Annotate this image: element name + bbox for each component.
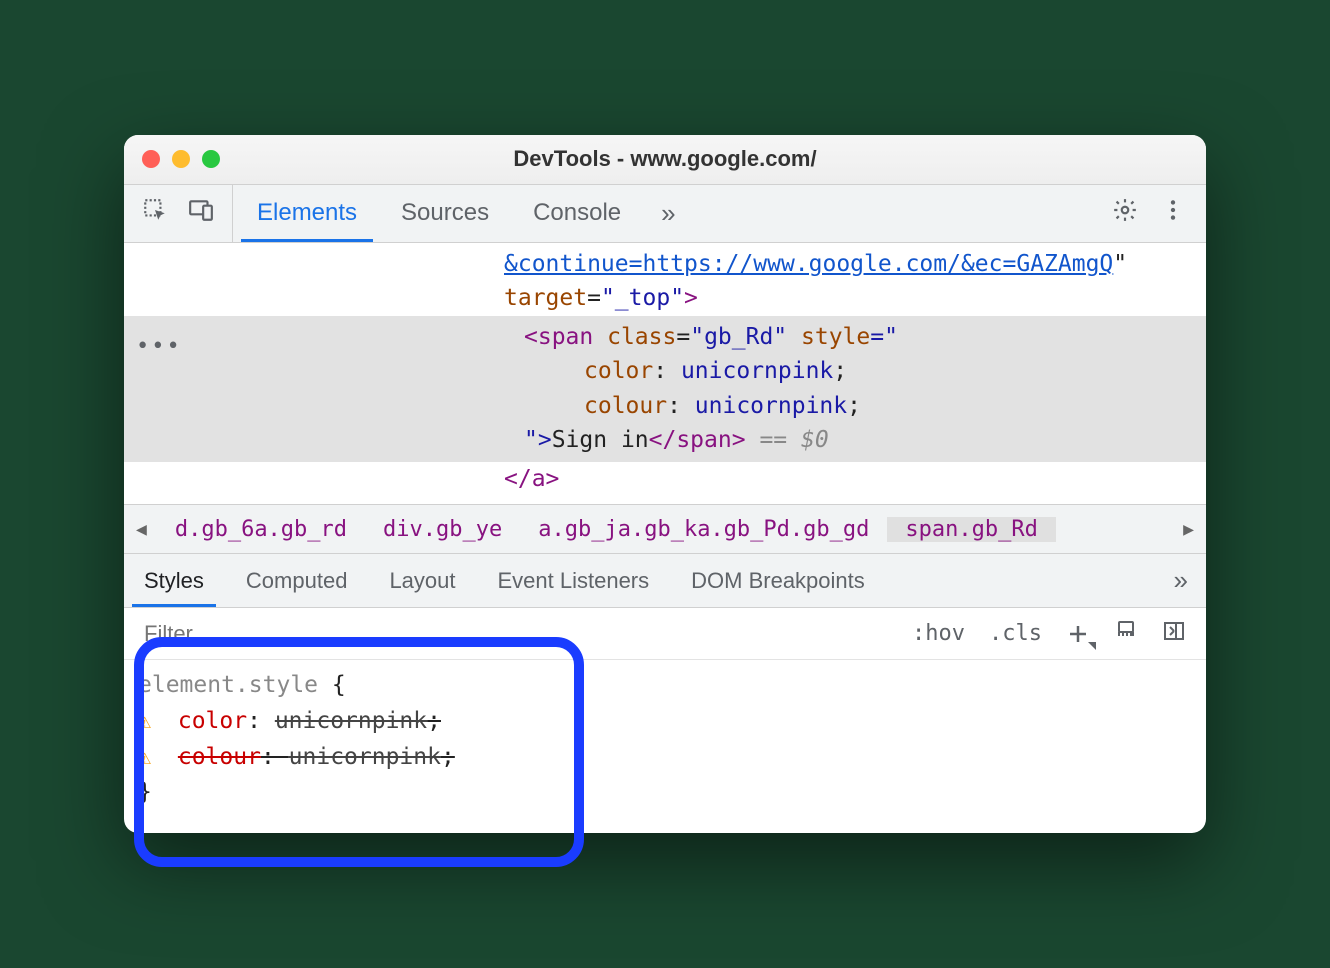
breadcrumb-item[interactable]: div.gb_ye bbox=[365, 517, 520, 542]
subtab-dom-breakpoints[interactable]: DOM Breakpoints bbox=[685, 554, 871, 607]
close-window-button[interactable] bbox=[142, 150, 160, 168]
breadcrumb-item[interactable]: a.gb_ja.gb_ka.gb_Pd.gb_gd bbox=[520, 517, 887, 542]
more-subtabs-icon[interactable]: » bbox=[1174, 565, 1188, 596]
breadcrumb-scroll-left[interactable]: ◀ bbox=[126, 519, 157, 540]
toggle-cls-button[interactable]: .cls bbox=[989, 621, 1042, 646]
maximize-window-button[interactable] bbox=[202, 150, 220, 168]
subtab-layout[interactable]: Layout bbox=[383, 554, 461, 607]
new-style-rule-button[interactable] bbox=[1066, 622, 1090, 646]
warning-icon: ⚠ bbox=[138, 705, 160, 739]
styles-subtabs: Styles Computed Layout Event Listeners D… bbox=[124, 554, 1206, 608]
subtab-event-listeners[interactable]: Event Listeners bbox=[492, 554, 656, 607]
dom-breadcrumb: ◀ d.gb_6a.gb_rd div.gb_ye a.gb_ja.gb_ka.… bbox=[124, 504, 1206, 554]
warning-icon: ⚠ bbox=[138, 741, 160, 775]
settings-icon[interactable] bbox=[1112, 197, 1138, 230]
styles-toolbar: :hov .cls bbox=[124, 608, 1206, 660]
dom-tree[interactable]: &continue=https://www.google.com/&ec=GAZ… bbox=[124, 243, 1206, 505]
paint-flash-icon[interactable] bbox=[1114, 619, 1138, 649]
titlebar: DevTools - www.google.com/ bbox=[124, 135, 1206, 185]
tab-elements[interactable]: Elements bbox=[253, 185, 361, 242]
breadcrumb-item[interactable]: d.gb_6a.gb_rd bbox=[157, 517, 365, 542]
styles-filter-input[interactable] bbox=[124, 621, 892, 647]
dom-selected-node[interactable]: ••• <span class="gb_Rd" style=" color: u… bbox=[124, 316, 1206, 462]
breadcrumb-scroll-right[interactable]: ▶ bbox=[1173, 519, 1204, 540]
computed-pane-toggle-icon[interactable] bbox=[1162, 619, 1186, 649]
inspect-element-icon[interactable] bbox=[142, 197, 168, 230]
device-toggle-icon[interactable] bbox=[188, 197, 214, 230]
expand-dots-icon[interactable]: ••• bbox=[136, 330, 182, 363]
window-title: DevTools - www.google.com/ bbox=[124, 146, 1206, 172]
more-menu-icon[interactable] bbox=[1160, 197, 1186, 230]
more-tabs-icon[interactable]: » bbox=[661, 198, 675, 229]
subtab-styles[interactable]: Styles bbox=[138, 554, 210, 607]
toggle-hov-button[interactable]: :hov bbox=[912, 621, 965, 646]
breadcrumb-item-active[interactable]: span.gb_Rd bbox=[887, 517, 1055, 542]
panel-tabs: Elements Sources Console » bbox=[233, 185, 1092, 242]
window-controls bbox=[142, 150, 220, 168]
main-toolbar: Elements Sources Console » bbox=[124, 185, 1206, 243]
devtools-window: DevTools - www.google.com/ Elements Sour… bbox=[124, 135, 1206, 833]
tab-sources[interactable]: Sources bbox=[397, 185, 493, 242]
dom-url-fragment[interactable]: &continue=https://www.google.com/&ec=GAZ… bbox=[504, 251, 1113, 277]
tab-console[interactable]: Console bbox=[529, 185, 625, 242]
styles-rules[interactable]: element.style { ⚠ color: unicornpink; ⚠ … bbox=[124, 660, 1206, 833]
subtab-computed[interactable]: Computed bbox=[240, 554, 354, 607]
minimize-window-button[interactable] bbox=[172, 150, 190, 168]
